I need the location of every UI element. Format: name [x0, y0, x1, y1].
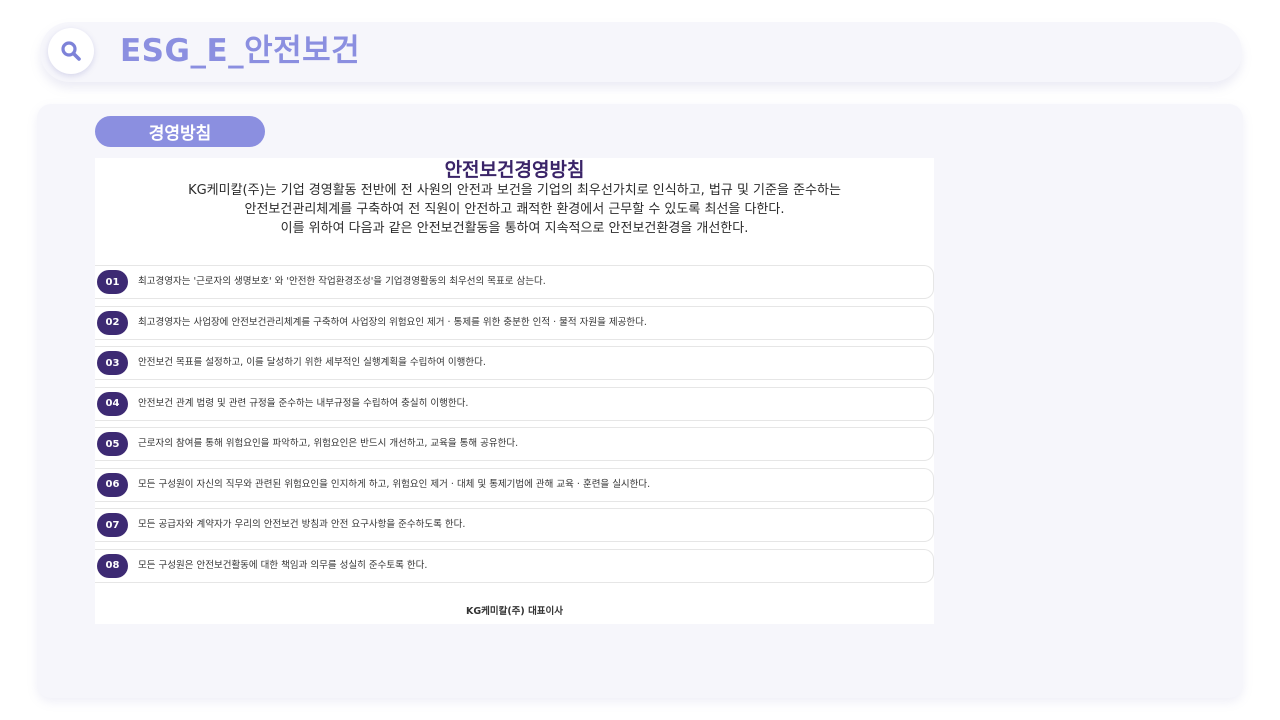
section-label: 경영방침 — [95, 116, 265, 147]
item-number-badge: 07 — [97, 513, 128, 537]
intro-line: KG케미칼(주)는 기업 경영활동 전반에 전 사원의 안전과 보건을 기업의 … — [188, 183, 841, 198]
item-number-badge: 06 — [97, 472, 128, 497]
policy-document: 안전보건경영방침 KG케미칼(주)는 기업 경영활동 전반에 전 사원의 안전과… — [95, 158, 934, 624]
policy-item: 01 최고경영자는 '근로자의 생명보호' 와 '안전한 작업환경조성'을 기업… — [95, 265, 934, 299]
policy-item: 04 안전보건 관계 법령 및 관련 규정을 준수하는 내부규정을 수립하여 충… — [95, 386, 934, 421]
item-number-badge: 08 — [97, 553, 128, 578]
signature: KG케미칼(주) 대표이사 — [465, 606, 564, 617]
item-text: 안전보건 목표를 설정하고, 이를 달성하기 위한 세부적인 실행계획을 수립하… — [138, 357, 486, 368]
policy-item: 02 최고경영자는 사업장에 안전보건관리체계를 구축하여 사업장의 위험요인 … — [95, 305, 934, 340]
item-text: 최고경영자는 사업장에 안전보건관리체계를 구축하여 사업장의 위험요인 제거 … — [138, 316, 647, 328]
item-number-badge: 05 — [97, 432, 128, 456]
search-button[interactable] — [48, 28, 94, 74]
policy-item: 08 모든 구성원은 안전보건활동에 대한 책임과 의무를 성실히 준수토록 한… — [95, 548, 934, 583]
item-text: 모든 공급자와 계약자가 우리의 안전보건 방침과 안전 요구사항을 준수하도록… — [138, 519, 466, 530]
intro-line: 이를 위하여 다음과 같은 안전보건활동을 통하여 지속적으로 안전보건환경을 … — [280, 221, 749, 236]
item-text: 최고경영자는 '근로자의 생명보호' 와 '안전한 작업환경조성'을 기업경영활… — [138, 276, 546, 287]
policy-item: 06 모든 구성원이 자신의 직무와 관련된 위험요인을 인지하게 하고, 위험… — [95, 467, 934, 502]
policy-item: 05 근로자의 참여를 통해 위험요인을 파악하고, 위험요인은 반드시 개선하… — [95, 427, 934, 461]
policy-list: 01 최고경영자는 '근로자의 생명보호' 와 '안전한 작업환경조성'을 기업… — [95, 265, 934, 589]
page-title: ESG_E_안전보건 — [120, 33, 361, 69]
policy-item: 07 모든 공급자와 계약자가 우리의 안전보건 방침과 안전 요구사항을 준수… — [95, 508, 934, 542]
item-text: 모든 구성원이 자신의 직무와 관련된 위험요인을 인지하게 하고, 위험요인 … — [138, 478, 651, 490]
item-number-badge: 04 — [97, 391, 128, 416]
item-number-badge: 01 — [97, 270, 128, 294]
item-number-badge: 03 — [97, 351, 128, 375]
intro-line: 안전보건관리체계를 구축하여 전 직원이 안전하고 쾌적한 환경에서 근무할 수… — [244, 202, 785, 217]
search-icon — [61, 41, 81, 61]
item-text: 근로자의 참여를 통해 위험요인을 파악하고, 위험요인은 반드시 개선하고, … — [138, 438, 519, 449]
item-text: 모든 구성원은 안전보건활동에 대한 책임과 의무를 성실히 준수토록 한다. — [138, 559, 428, 571]
item-text: 안전보건 관계 법령 및 관련 규정을 준수하는 내부규정을 수립하여 충실히 … — [138, 397, 469, 409]
item-number-badge: 02 — [97, 310, 128, 335]
document-title: 안전보건경영방침 — [444, 159, 585, 181]
policy-item: 03 안전보건 목표를 설정하고, 이를 달성하기 위한 세부적인 실행계획을 … — [95, 346, 934, 380]
document-intro: KG케미칼(주)는 기업 경영활동 전반에 전 사원의 안전과 보건을 기업의 … — [95, 181, 934, 238]
